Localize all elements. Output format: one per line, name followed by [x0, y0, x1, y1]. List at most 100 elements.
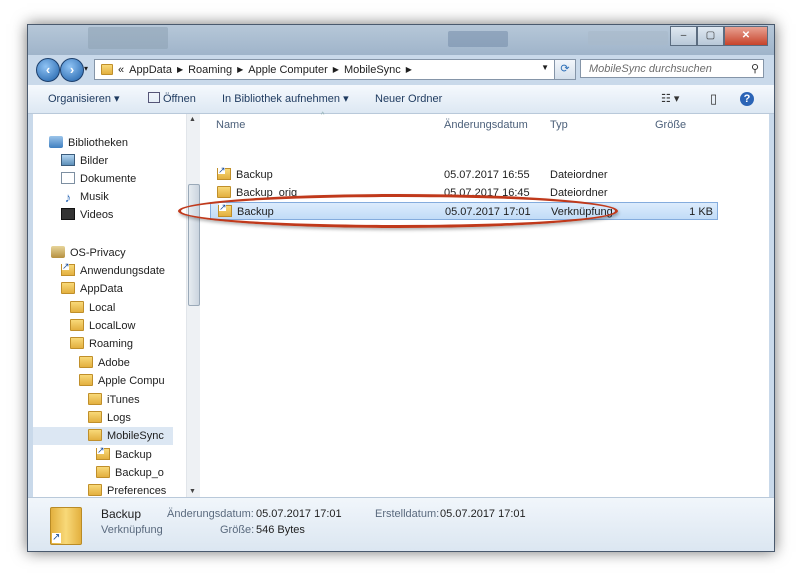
minimize-button[interactable]: – — [670, 26, 697, 46]
nav-item-os-privacy[interactable]: OS-Privacy — [51, 244, 126, 262]
background-blur — [88, 27, 168, 49]
scroll-up-icon[interactable]: ▲ — [189, 116, 196, 123]
background-blur — [448, 31, 508, 47]
user-icon — [51, 246, 65, 258]
nav-label: Local — [89, 302, 116, 314]
nav-item-videos[interactable]: Videos — [61, 206, 113, 224]
folder-icon — [88, 484, 102, 496]
chevron-right-icon[interactable]: ▶ — [333, 65, 339, 74]
folder-icon — [70, 337, 84, 349]
nav-label: iTunes — [107, 394, 140, 406]
breadcrumb-mobilesync[interactable]: MobileSync — [344, 64, 401, 76]
breadcrumb-apple-computer[interactable]: Apple Computer — [248, 64, 328, 76]
nav-label: Videos — [80, 209, 114, 221]
address-overflow[interactable]: « — [118, 64, 124, 76]
nav-item-itunes[interactable]: iTunes — [88, 391, 140, 409]
nav-item-apple-computer[interactable]: Apple Compu — [79, 372, 165, 390]
music-icon: ♪ — [64, 190, 72, 205]
nav-label: Roaming — [89, 338, 134, 350]
refresh-button[interactable]: ⟳ — [554, 59, 576, 80]
nav-item-backup-orig[interactable]: Backup_o — [96, 464, 164, 482]
folder-icon — [70, 319, 84, 331]
details-name: Backup — [101, 507, 142, 521]
column-header-type[interactable]: Typ — [550, 116, 568, 134]
chevron-right-icon[interactable]: ▶ — [237, 65, 243, 74]
nav-item-local[interactable]: Local — [70, 299, 115, 317]
address-dropdown-icon[interactable]: ▼ — [541, 63, 549, 72]
file-type: Dateiordner — [550, 169, 608, 181]
scrollbar-thumb[interactable] — [188, 184, 200, 306]
preview-pane-button[interactable]: ▯ — [710, 85, 717, 113]
scroll-down-icon[interactable]: ▼ — [189, 488, 196, 495]
close-button[interactable]: ✕ — [724, 26, 768, 46]
navigation-row: ‹ › ▾ « AppData ▶ Roaming ▶ Apple Comput… — [28, 55, 774, 83]
search-icon[interactable]: ⚲ — [751, 60, 759, 79]
nav-label: Bibliotheken — [68, 137, 128, 149]
library-icon — [49, 136, 63, 148]
title-bar[interactable]: – ▢ ✕ — [28, 25, 774, 55]
folder-icon — [88, 411, 102, 423]
folder-icon — [88, 429, 102, 441]
nav-label: Backup_o — [115, 467, 164, 479]
nav-item-mobilesync[interactable]: MobileSync — [33, 427, 173, 445]
file-row[interactable]: Backup 05.07.2017 16:55 Dateiordner — [210, 166, 718, 184]
new-folder-button[interactable]: Neuer Ordner — [375, 85, 442, 113]
nav-label: Preferences — [107, 485, 167, 497]
nav-item-preferences[interactable]: Preferences — [88, 482, 166, 497]
details-type: Verknüpfung — [101, 524, 163, 536]
shortcut-folder-icon — [61, 262, 75, 276]
folder-icon — [96, 466, 110, 478]
help-icon: ? — [740, 92, 754, 106]
column-header-name[interactable]: Name — [216, 116, 245, 134]
nav-item-backup[interactable]: Backup — [96, 446, 152, 464]
nav-item-logs[interactable]: Logs — [88, 409, 131, 427]
details-created-label: Erstelldatum: — [375, 508, 440, 520]
folder-icon — [70, 301, 84, 313]
chevron-right-icon[interactable]: ▶ — [177, 65, 183, 74]
column-header-size[interactable]: Größe — [655, 116, 686, 134]
details-modified-value: 05.07.2017 17:01 — [256, 508, 342, 520]
nav-item-appdata[interactable]: AppData — [61, 280, 123, 298]
nav-label: Dokumente — [80, 173, 137, 185]
maximize-button[interactable]: ▢ — [697, 26, 724, 46]
open-button[interactable]: Öffnen — [148, 85, 196, 113]
back-button[interactable]: ‹ — [36, 58, 60, 82]
views-button[interactable]: ☷ ▾ — [661, 85, 679, 113]
nav-item-locallow[interactable]: LocalLow — [70, 317, 135, 335]
breadcrumb-roaming[interactable]: Roaming — [188, 64, 232, 76]
nav-item-bilder[interactable]: Bilder — [61, 152, 108, 170]
address-bar[interactable]: « AppData ▶ Roaming ▶ Apple Computer ▶ M… — [94, 59, 556, 80]
search-input[interactable]: MobileSync durchsuchen ⚲ — [580, 59, 764, 78]
nav-label: Apple Compu — [98, 375, 165, 387]
nav-item-dokumente[interactable]: Dokumente — [61, 170, 136, 188]
nav-label: Logs — [107, 412, 131, 424]
nav-item-roaming[interactable]: Roaming — [70, 335, 133, 353]
column-header-date[interactable]: Änderungsdatum — [444, 116, 528, 134]
breadcrumb-appdata[interactable]: AppData — [129, 64, 172, 76]
nav-label: Musik — [80, 191, 109, 203]
include-library-button[interactable]: In Bibliothek aufnehmen ▾ — [222, 85, 349, 113]
highlight-oval — [178, 194, 618, 228]
details-pane: Backup Verknüpfung Änderungsdatum: 05.07… — [28, 497, 774, 551]
file-date: 05.07.2017 16:55 — [444, 169, 530, 181]
nav-label: OS-Privacy — [70, 247, 126, 259]
help-button[interactable]: ? — [740, 85, 754, 113]
file-name: Backup — [236, 169, 273, 181]
sort-arrow-icon: ^ — [321, 112, 325, 119]
nav-label: Anwendungsdate — [80, 265, 166, 277]
nav-label: MobileSync — [107, 430, 164, 442]
recent-pages-icon[interactable]: ▾ — [84, 64, 88, 73]
nav-label: LocalLow — [89, 320, 136, 332]
chevron-right-icon[interactable]: ▶ — [406, 65, 412, 74]
organize-button[interactable]: Organisieren ▾ — [48, 85, 120, 113]
nav-scrollbar[interactable]: ▲ ▼ — [186, 114, 200, 497]
search-placeholder: MobileSync durchsuchen — [589, 63, 712, 75]
nav-item-musik[interactable]: ♪ Musik — [61, 188, 109, 206]
nav-item-bibliotheken[interactable]: Bibliotheken — [49, 134, 128, 152]
forward-button[interactable]: › — [60, 58, 84, 82]
shortcut-folder-icon — [96, 446, 110, 460]
nav-item-adobe[interactable]: Adobe — [79, 354, 130, 372]
shortcut-folder-icon — [217, 166, 231, 180]
details-size-label: Größe: — [220, 524, 255, 536]
nav-item-anwendungsdaten[interactable]: Anwendungsdate — [61, 262, 165, 280]
